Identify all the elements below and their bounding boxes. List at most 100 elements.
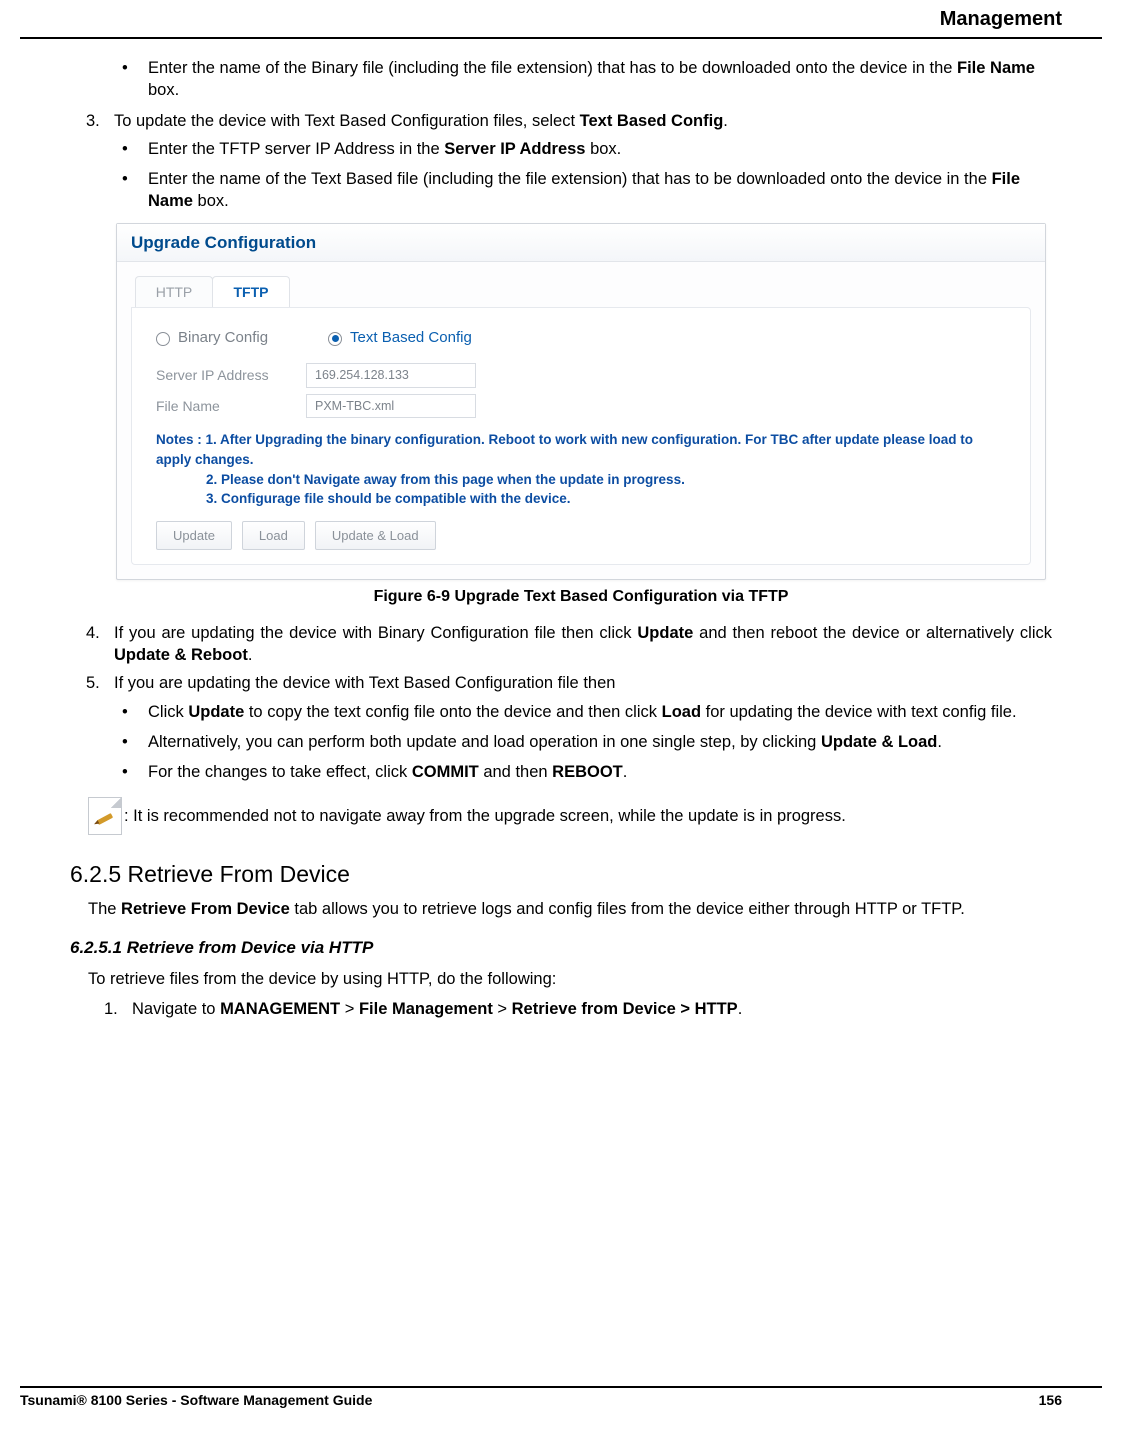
footer-left: Tsunami® 8100 Series - Software Manageme… xyxy=(20,1392,372,1408)
figure-caption: Figure 6-9 Upgrade Text Based Configurat… xyxy=(116,586,1046,608)
panel-notes: Notes : 1. After Upgrading the binary co… xyxy=(156,430,1012,508)
bullet-icon: • xyxy=(122,701,148,723)
text: The xyxy=(88,900,121,918)
paragraph: The Retrieve From Device tab allows you … xyxy=(88,898,1052,920)
list-item: • Enter the TFTP server IP Address in th… xyxy=(122,138,1052,160)
list-item-text: To update the device with Text Based Con… xyxy=(114,110,1052,132)
list-item-text: Enter the TFTP server IP Address in the … xyxy=(148,138,621,160)
text: box. xyxy=(148,81,179,99)
bullet-icon: • xyxy=(122,57,148,102)
text: Enter the TFTP server IP Address in the xyxy=(148,140,444,158)
text: . xyxy=(723,112,728,130)
text: . xyxy=(738,1000,743,1018)
text-bold: Retrieve From Device xyxy=(121,900,290,918)
text: and then reboot the device or alternativ… xyxy=(693,624,1052,642)
text: . xyxy=(248,646,253,664)
list-number: 4. xyxy=(86,622,114,667)
bullet-icon: • xyxy=(122,761,148,783)
text: for updating the device with text config… xyxy=(701,703,1017,721)
text: To update the device with Text Based Con… xyxy=(114,112,580,130)
list-item-text: Click Update to copy the text config fil… xyxy=(148,701,1017,723)
list-number: 3. xyxy=(86,110,114,132)
note-text: : It is recommended not to navigate away… xyxy=(124,805,846,827)
list-item-text: Alternatively, you can perform both upda… xyxy=(148,731,942,753)
radio-row: Binary Config Text Based Config xyxy=(156,328,1012,348)
header-rule xyxy=(20,37,1102,39)
server-ip-input[interactable]: 169.254.128.133 xyxy=(306,363,476,388)
list-number: 1. xyxy=(104,998,132,1020)
radio-icon xyxy=(156,332,170,346)
text-bold: Update & Reboot xyxy=(114,646,248,664)
text-bold: File Name xyxy=(957,59,1035,77)
text-bold: Update & Load xyxy=(821,733,937,751)
list-item: • Alternatively, you can perform both up… xyxy=(122,731,1052,753)
text: . xyxy=(623,763,628,781)
footer-page-number: 156 xyxy=(1039,1392,1062,1408)
radio-binary-config[interactable]: Binary Config xyxy=(156,328,268,348)
text-bold: Update xyxy=(188,703,244,721)
file-name-input[interactable]: PXM-TBC.xml xyxy=(306,394,476,419)
tab-http[interactable]: HTTP xyxy=(135,276,213,308)
list-item-text: Navigate to MANAGEMENT > File Management… xyxy=(132,998,1052,1020)
figure-wrap: Upgrade Configuration HTTPTFTP Binary Co… xyxy=(116,223,1046,608)
field-label: Server IP Address xyxy=(156,366,306,385)
list-item-text: If you are updating the device with Text… xyxy=(114,672,1052,694)
list-item-text: If you are updating the device with Bina… xyxy=(114,622,1052,667)
bullet-icon: • xyxy=(122,168,148,213)
list-item-text: For the changes to take effect, click CO… xyxy=(148,761,627,783)
text-bold: Retrieve from Device > HTTP xyxy=(512,1000,738,1018)
text: box. xyxy=(585,140,621,158)
bullet-icon: • xyxy=(122,731,148,753)
radio-label: Binary Config xyxy=(178,328,268,348)
section-heading-6251: 6.2.5.1 Retrieve from Device via HTTP xyxy=(70,937,1052,960)
update-and-load-button[interactable]: Update & Load xyxy=(315,521,436,551)
tab-tftp[interactable]: TFTP xyxy=(212,276,290,308)
text: 3. Configurage file should be compatible… xyxy=(156,489,1012,509)
field-label: File Name xyxy=(156,397,306,416)
text: After Upgrading the binary configuration… xyxy=(156,432,973,467)
page-content: • Enter the name of the Binary file (inc… xyxy=(20,57,1102,1020)
radio-label: Text Based Config xyxy=(350,328,472,348)
text-bold: MANAGEMENT xyxy=(220,1000,340,1018)
list-item-numbered: 1. Navigate to MANAGEMENT > File Managem… xyxy=(104,998,1052,1020)
list-item-numbered: 5. If you are updating the device with T… xyxy=(86,672,1052,694)
panel-title: Upgrade Configuration xyxy=(117,224,1045,262)
list-item-numbered: 4. If you are updating the device with B… xyxy=(86,622,1052,667)
text: Enter the name of the Text Based file (i… xyxy=(148,170,992,188)
paragraph: To retrieve files from the device by usi… xyxy=(88,968,1052,990)
text: > xyxy=(493,1000,512,1018)
page-footer: Tsunami® 8100 Series - Software Manageme… xyxy=(20,1386,1102,1408)
text: Alternatively, you can perform both upda… xyxy=(148,733,821,751)
note-icon xyxy=(88,797,122,835)
list-item-text: Enter the name of the Text Based file (i… xyxy=(148,168,1052,213)
text: tab allows you to retrieve logs and conf… xyxy=(290,900,965,918)
text: Notes : 1. xyxy=(156,432,220,447)
text: 2. Please don't Navigate away from this … xyxy=(156,470,1012,490)
text-bold: Update xyxy=(637,624,693,642)
button-row: Update Load Update & Load xyxy=(156,521,1012,551)
note-callout: : It is recommended not to navigate away… xyxy=(88,797,1052,835)
list-item-numbered: 3. To update the device with Text Based … xyxy=(86,110,1052,132)
list-item: • Enter the name of the Text Based file … xyxy=(122,168,1052,213)
field-server-ip: Server IP Address 169.254.128.133 xyxy=(156,363,1012,388)
section-heading-625: 6.2.5 Retrieve From Device xyxy=(70,859,1052,890)
list-number: 5. xyxy=(86,672,114,694)
update-button[interactable]: Update xyxy=(156,521,232,551)
list-item: • Enter the name of the Binary file (inc… xyxy=(122,57,1052,102)
field-file-name: File Name PXM-TBC.xml xyxy=(156,394,1012,419)
text: > xyxy=(340,1000,359,1018)
panel-body: Binary Config Text Based Config Server I… xyxy=(131,307,1031,565)
text-bold: Server IP Address xyxy=(444,140,585,158)
radio-text-based-config[interactable]: Text Based Config xyxy=(328,328,472,348)
list-item-text: Enter the name of the Binary file (inclu… xyxy=(148,57,1052,102)
bullet-icon: • xyxy=(122,138,148,160)
upgrade-config-panel: Upgrade Configuration HTTPTFTP Binary Co… xyxy=(116,223,1046,581)
list-item: • Click Update to copy the text config f… xyxy=(122,701,1052,723)
text: to copy the text config file onto the de… xyxy=(244,703,661,721)
tabs-row: HTTPTFTP xyxy=(117,262,1045,308)
load-button[interactable]: Load xyxy=(242,521,305,551)
text: Navigate to xyxy=(132,1000,220,1018)
text-bold: COMMIT xyxy=(412,763,479,781)
text: For the changes to take effect, click xyxy=(148,763,412,781)
text: If you are updating the device with Bina… xyxy=(114,624,637,642)
